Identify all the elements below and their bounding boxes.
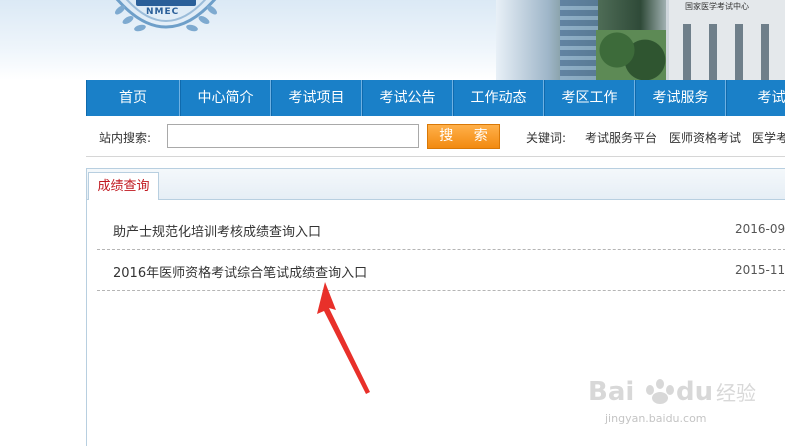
list-item-date: 2016-09- bbox=[735, 222, 785, 236]
nav-exam-projects[interactable]: 考试项目 bbox=[271, 80, 362, 116]
red-arrow-annotation bbox=[317, 282, 370, 394]
keywords-label: 关键词: bbox=[526, 131, 567, 145]
keyword-link[interactable]: 医学考 bbox=[752, 129, 785, 146]
baidu-watermark-logo: Bai du 经验 bbox=[588, 377, 756, 407]
building-image: 国家医学考试中心 bbox=[666, 0, 785, 80]
nav-exam-notices[interactable]: 考试公告 bbox=[362, 80, 453, 116]
watermark-text: jingyan.baidu.com bbox=[605, 412, 707, 425]
nav-exam-services[interactable]: 考试服务 bbox=[635, 80, 726, 116]
keyword-link[interactable]: 医师资格考试 bbox=[669, 129, 741, 146]
tab-bar: 成绩查询 bbox=[87, 168, 785, 200]
search-label: 站内搜索: bbox=[99, 131, 152, 145]
nav-exam-area[interactable]: 考区工作 bbox=[544, 80, 635, 116]
tab-score-query[interactable]: 成绩查询 bbox=[88, 172, 159, 200]
list-item-link[interactable]: 助产士规范化培训考核成绩查询入口 bbox=[113, 221, 321, 240]
trees-image bbox=[596, 30, 666, 80]
logo-text: NMEC bbox=[146, 7, 180, 17]
nav-home[interactable]: 首页 bbox=[86, 80, 180, 116]
main-nav: 首页 中心简介 考试项目 考试公告 工作动态 考区工作 考试服务 考试 bbox=[86, 80, 785, 116]
header-banner: NMEC 国家医学考试中心 bbox=[0, 0, 785, 80]
list-item: 2016年医师资格考试综合笔试成绩查询入口 2015-11- bbox=[97, 250, 785, 291]
nav-exam-more[interactable]: 考试 bbox=[726, 80, 785, 116]
svg-text:经验: 经验 bbox=[716, 381, 756, 405]
svg-text:Bai: Bai bbox=[588, 377, 634, 407]
building-sign: 国家医学考试中心 bbox=[685, 2, 749, 11]
nav-about[interactable]: 中心简介 bbox=[180, 80, 271, 116]
header-photo: 国家医学考试中心 bbox=[496, 0, 785, 80]
nav-work-news[interactable]: 工作动态 bbox=[453, 80, 544, 116]
search-button[interactable]: 搜 索 bbox=[427, 124, 500, 149]
svg-text:du: du bbox=[676, 377, 713, 407]
search-input[interactable] bbox=[167, 124, 419, 148]
keyword-link[interactable]: 考试服务平台 bbox=[585, 129, 657, 146]
list-item-date: 2015-11- bbox=[735, 263, 785, 277]
list-item: 助产士规范化培训考核成绩查询入口 2016-09- bbox=[97, 209, 785, 250]
search-bar: 站内搜索: 搜 索 关键词: 考试服务平台 医师资格考试 医学考 bbox=[86, 116, 785, 157]
tower-image bbox=[560, 0, 598, 80]
